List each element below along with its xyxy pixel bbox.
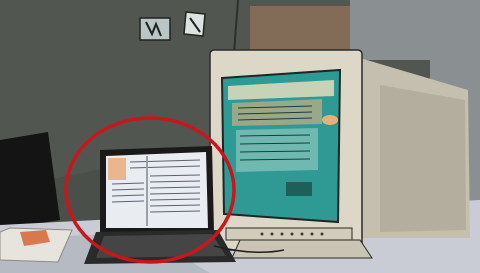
crt-monitor (209, 49, 470, 259)
scene-illustration (0, 0, 480, 273)
photo-scene (0, 0, 480, 273)
